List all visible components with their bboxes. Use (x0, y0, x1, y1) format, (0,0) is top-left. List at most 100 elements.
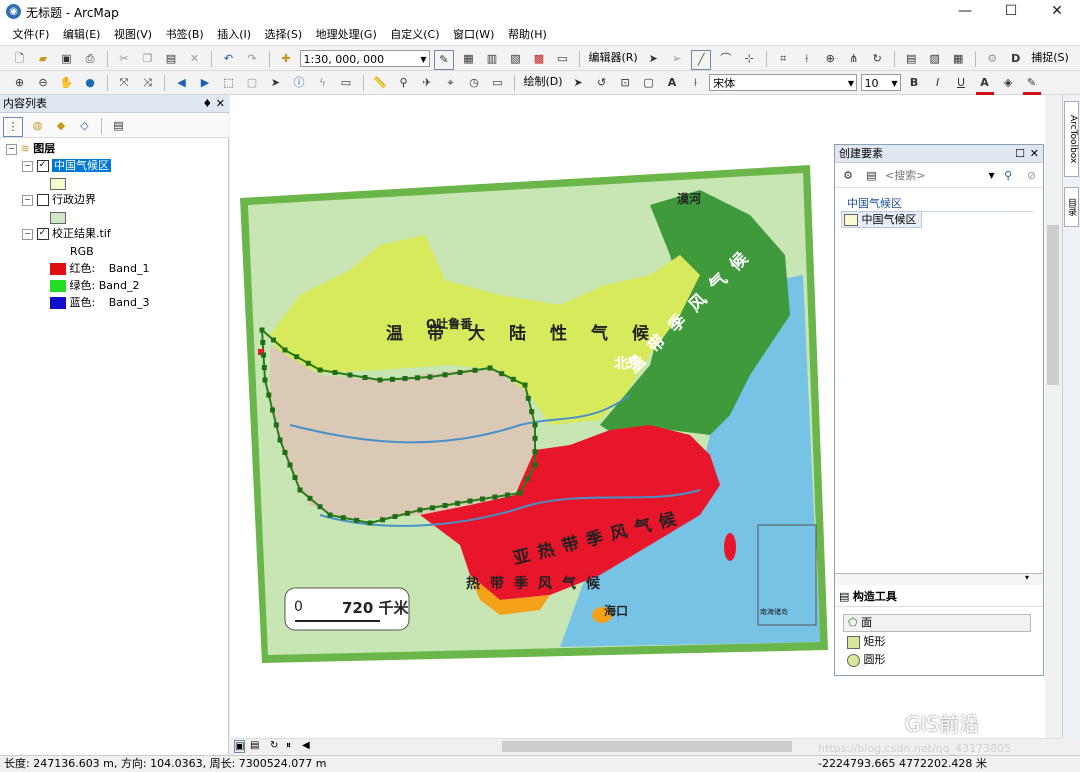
sketch-vertex[interactable] (525, 476, 530, 482)
organize-templates-icon[interactable]: ⚙ (839, 167, 857, 185)
sketch-vertex[interactable] (522, 382, 528, 388)
sketch-vertex[interactable] (340, 515, 346, 521)
zoom-to-selected-icon[interactable]: ⊡ (616, 74, 634, 92)
sketch-vertex[interactable] (457, 370, 463, 375)
close-button[interactable]: ✕ (1034, 0, 1080, 24)
trace-icon[interactable]: ⊹ (740, 50, 758, 68)
panel-splitter[interactable]: ▾ (835, 573, 1043, 585)
minimize-button[interactable]: — (942, 0, 988, 24)
layer1-swatch[interactable] (50, 178, 66, 190)
snapping-menu[interactable]: 捕捉(S) (1031, 47, 1069, 69)
sketch-vertex[interactable] (532, 462, 538, 468)
collapse-icon[interactable]: − (22, 194, 33, 206)
text-draw-icon[interactable]: A (663, 74, 681, 92)
edit-annotation-icon[interactable]: ➢ (668, 50, 686, 68)
layer2-symbol[interactable] (50, 209, 66, 226)
layout-view-icon[interactable]: ▦ (460, 50, 478, 68)
refresh-icon[interactable]: ↻ (270, 740, 278, 751)
sketch-vertex[interactable] (262, 377, 268, 383)
split-icon[interactable]: ⋔ (845, 50, 863, 68)
collapse-icon[interactable]: − (22, 228, 33, 240)
cut-icon[interactable]: ✂ (115, 50, 133, 68)
sketch-vertex[interactable] (261, 365, 267, 370)
catalog-tab[interactable]: 目录 (1064, 187, 1079, 227)
sketch-vertex[interactable] (271, 337, 276, 343)
create-features-icon[interactable]: ▦ (949, 50, 967, 68)
sketch-vertex[interactable] (297, 487, 303, 493)
menu-windows[interactable]: 窗口(W) (448, 24, 499, 46)
map-scale-combo[interactable]: 1:30, 000, 000 ▼ (299, 50, 430, 67)
sketch-vertex[interactable] (327, 512, 333, 518)
edit-vertices-icon[interactable]: ⌗ (774, 50, 792, 68)
clear-search-icon[interactable]: ⊘ (1023, 167, 1041, 185)
sketch-vertex[interactable] (505, 492, 510, 498)
go-to-xy-icon[interactable]: ⌖ (442, 74, 460, 92)
identify-icon[interactable]: ⓘ (290, 74, 308, 92)
straight-segment-icon[interactable]: ╱ (691, 50, 712, 70)
draw-menu[interactable]: 绘制(D) (524, 71, 563, 93)
tool-rectangle[interactable]: 矩形 (847, 634, 886, 650)
sketch-vertex[interactable] (532, 422, 538, 428)
sketch-vertex[interactable] (480, 496, 485, 502)
attributes-icon[interactable]: ▤ (902, 50, 920, 68)
menu-help[interactable]: 帮助(H) (503, 24, 552, 46)
close-panel-icon[interactable]: ✕ (1030, 145, 1039, 163)
sketch-vertex[interactable] (266, 392, 272, 398)
templates-view-icon[interactable]: ▤ (863, 167, 881, 185)
sketch-vertex[interactable] (260, 340, 266, 345)
tree-row-layer3[interactable]: − ✓ 校正结果.tif (22, 225, 111, 242)
cut-polygons-icon[interactable]: ⊕ (821, 50, 839, 68)
find-route-icon[interactable]: ✈ (418, 74, 436, 92)
layer3-label[interactable]: 校正结果.tif (52, 227, 111, 240)
save-icon[interactable]: ▣ (58, 50, 76, 68)
python-window-icon[interactable]: ▭ (554, 50, 572, 68)
delete-icon[interactable]: ✕ (186, 50, 204, 68)
layer1-label[interactable]: 中国气候区 (52, 159, 111, 172)
pause-drawing-icon[interactable]: ⏸ (286, 740, 291, 751)
tree-row-layers[interactable]: − ≋ 图层 (6, 140, 55, 157)
scroll-left-icon[interactable]: ◀ (302, 740, 310, 751)
tree-row-layer2[interactable]: − 行政边界 (22, 191, 96, 208)
rotate-element-icon[interactable]: ↺ (593, 74, 611, 92)
sketch-vertex[interactable] (529, 409, 535, 415)
menu-edit[interactable]: 编辑(E) (58, 24, 106, 46)
edit-tool-icon[interactable]: ➤ (644, 50, 662, 68)
fixed-zoom-out-icon[interactable]: ⤨ (139, 74, 157, 92)
vertical-scroll-thumb[interactable] (1047, 225, 1059, 385)
search-icon[interactable]: ⚲ (999, 167, 1017, 185)
editor-menu[interactable]: 编辑器(R) (589, 47, 638, 69)
layer1-visibility-checkbox[interactable]: ✓ (36, 160, 49, 172)
menu-selection[interactable]: 选择(S) (260, 24, 308, 46)
sketch-vertex[interactable] (317, 504, 323, 510)
collapse-icon[interactable]: − (22, 160, 33, 172)
sketch-vertex[interactable] (532, 435, 538, 441)
list-by-selection-icon[interactable]: ◇ (76, 117, 94, 135)
copy-icon[interactable]: ❐ (139, 50, 157, 68)
viewer-window-icon[interactable]: ▭ (489, 74, 507, 92)
paste-icon[interactable]: ▤ (162, 50, 180, 68)
sketch-vertex[interactable] (317, 367, 323, 373)
menu-file[interactable]: 文件(F) (8, 24, 55, 46)
add-data-icon[interactable]: ✚ (277, 50, 295, 68)
list-by-drawing-order-icon[interactable]: ⋮ (3, 117, 23, 137)
html-popup-icon[interactable]: ▭ (337, 74, 355, 92)
menu-view[interactable]: 视图(V) (109, 24, 157, 46)
zoom-out-icon[interactable]: ⊖ (34, 74, 52, 92)
sketch-vertex[interactable] (487, 365, 493, 371)
collapse-icon[interactable]: − (6, 143, 17, 155)
sketch-vertex[interactable] (307, 495, 313, 501)
full-extent-icon[interactable]: ● (81, 74, 99, 92)
sketch-vertex[interactable] (282, 450, 288, 455)
layer2-visibility-checkbox[interactable] (36, 194, 49, 206)
sketch-vertex[interactable] (277, 437, 283, 443)
options-icon[interactable]: ▤ (110, 117, 128, 135)
template-item[interactable]: 中国气候区 (841, 211, 922, 228)
sketch-vertex[interactable] (442, 503, 448, 508)
edit-vertices-draw-icon[interactable]: ⟊ (687, 74, 705, 92)
layout-view-button-icon[interactable]: ▤ (250, 740, 259, 751)
sketch-vertex[interactable] (402, 376, 408, 381)
rotate-icon[interactable]: ↻ (868, 50, 886, 68)
data-view-icon[interactable]: ▣ (234, 740, 246, 753)
maximize-button[interactable]: ☐ (988, 0, 1034, 24)
arctoolbox-icon[interactable]: ▩ (530, 50, 548, 68)
